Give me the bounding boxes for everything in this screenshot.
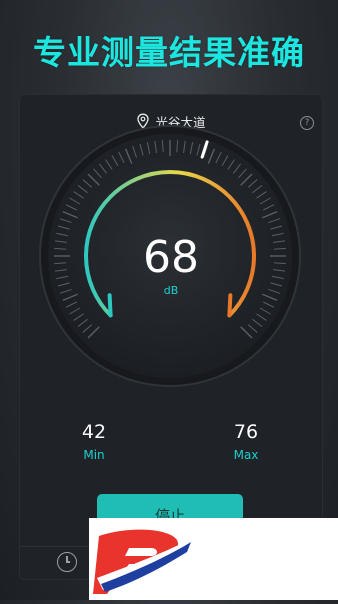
min-label: Min	[83, 448, 105, 462]
decibel-value: 68	[143, 232, 199, 283]
min-stat: 42 Min	[64, 421, 124, 462]
meter-panel: 光谷大道 ? 68 dB 42 Min 76 Max 停止	[19, 94, 323, 580]
gauge-max-cap	[227, 293, 233, 318]
clock-icon[interactable]	[57, 552, 77, 572]
gauge-min-cap	[107, 293, 113, 318]
decibel-unit: dB	[163, 284, 179, 297]
max-stat: 76 Max	[216, 421, 276, 462]
max-value: 76	[233, 421, 259, 443]
brand-logo	[89, 518, 338, 600]
headline: 专业测量结果准确	[33, 33, 305, 72]
max-label: Max	[233, 448, 259, 462]
min-value: 42	[81, 421, 107, 443]
